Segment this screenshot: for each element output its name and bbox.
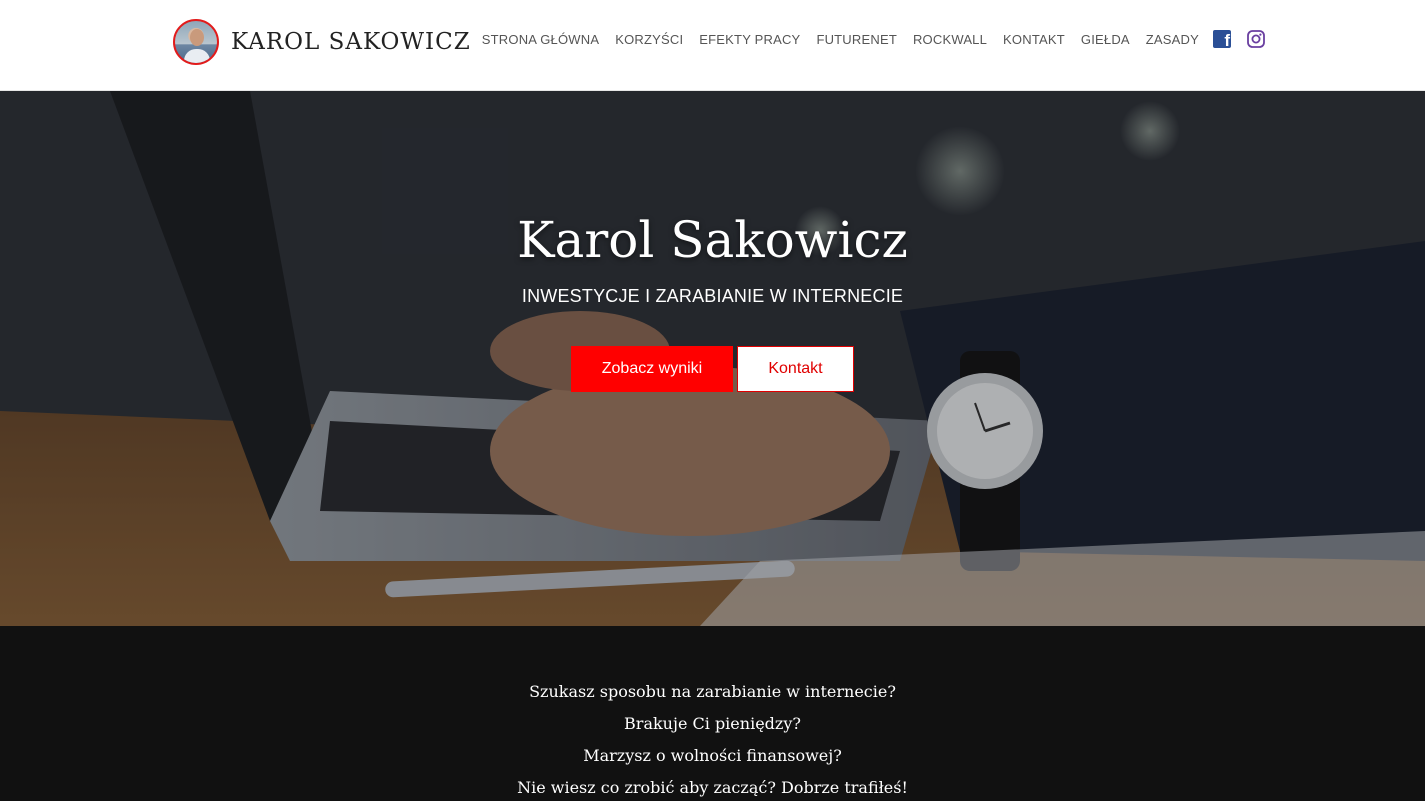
intro-line: Nie wiesz co zrobić aby zacząć? Dobrze t… [517,778,908,797]
contact-button[interactable]: Kontakt [737,346,854,392]
nav-item-zasady[interactable]: ZASADY [1146,32,1199,47]
main-nav: STRONA GŁÓWNA KORZYŚCI EFEKTY PRACY FUTU… [466,30,1265,48]
hero-section: Karol Sakowicz INWESTYCJE I ZARABIANIE W… [0,91,1425,626]
hero-title: Karol Sakowicz [517,211,908,269]
social-links: f [1213,30,1265,48]
avatar [173,19,219,65]
hero-subtitle: INWESTYCJE I ZARABIANIE W INTERNECIE [521,286,904,306]
see-results-button[interactable]: Zobacz wyniki [571,346,733,392]
brand-logo[interactable]: KAROL SAKOWICZ [173,19,471,65]
nav-item-efekty-pracy[interactable]: EFEKTY PRACY [699,32,800,47]
intro-line: Brakuje Ci pieniędzy? [624,714,801,733]
nav-item-rockwall[interactable]: ROCKWALL [913,32,987,47]
intro-line: Marzysz o wolności finansowej? [583,746,842,765]
nav-item-strona-glowna[interactable]: STRONA GŁÓWNA [482,32,599,47]
nav-item-futurenet[interactable]: FUTURENET [816,32,897,47]
nav-item-gielda[interactable]: GIEŁDA [1081,32,1130,47]
instagram-icon[interactable] [1247,30,1265,48]
intro-section: Szukasz sposobu na zarabianie w internec… [0,626,1425,801]
intro-line: Szukasz sposobu na zarabianie w internec… [529,682,896,701]
nav-item-kontakt[interactable]: KONTAKT [1003,32,1065,47]
nav-item-korzysci[interactable]: KORZYŚCI [615,32,683,47]
site-header: KAROL SAKOWICZ STRONA GŁÓWNA KORZYŚCI EF… [0,0,1425,91]
brand-name[interactable]: KAROL SAKOWICZ [231,29,471,55]
facebook-icon[interactable]: f [1213,30,1231,48]
